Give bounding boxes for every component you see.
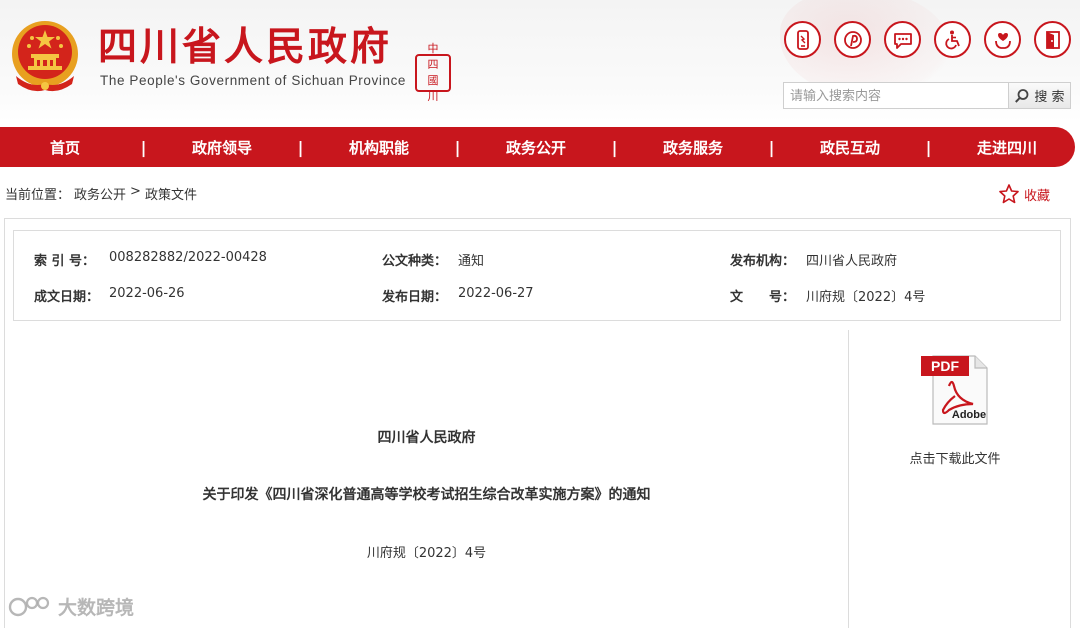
nav-separator: |: [140, 137, 147, 157]
exit-icon[interactable]: [1034, 21, 1071, 58]
meta-type-value: 通知: [458, 254, 485, 269]
pdf-download-caption: 点击下载此文件: [909, 452, 1001, 467]
nav-item-interaction[interactable]: 政民互动: [786, 137, 914, 158]
meta-issuer-label: 发布机构：: [730, 254, 796, 269]
meta-published-value: 2022-06-27: [458, 286, 534, 301]
nav-item-gov-affairs[interactable]: 政务公开: [472, 137, 600, 158]
document-number: 川府规〔2022〕4号: [366, 546, 487, 561]
site-title: 四川省人民政府: [98, 24, 393, 70]
meta-row: 成文日期： 2022-06-26 发布日期： 2022-06-27 文 号： 川…: [14, 286, 1060, 306]
meta-created-value: 2022-06-26: [109, 286, 185, 301]
nav-separator: |: [611, 137, 618, 157]
toolbar-icons: [784, 21, 1071, 59]
weibo-icon[interactable]: [834, 21, 871, 58]
seal-char: 國: [427, 74, 439, 87]
nav-separator: |: [768, 137, 775, 157]
main-nav: 首页 | 政府领导 | 机构职能 | 政务公开 | 政务服务 | 政民互动 | …: [0, 127, 1075, 167]
nav-separator: |: [297, 137, 304, 157]
pdf-label: PDF: [931, 358, 959, 374]
site-header: 四川省人民政府 The People's Government of Sichu…: [0, 0, 1080, 122]
meta-type-label: 公文种类：: [382, 254, 448, 269]
content-divider: [848, 330, 849, 628]
seal-char: 中: [427, 42, 439, 55]
nav-item-leaders[interactable]: 政府领导: [158, 137, 286, 158]
elderly-care-icon[interactable]: [984, 21, 1021, 58]
watermark-logo-icon: [8, 596, 50, 616]
meta-issuer-value: 四川省人民政府: [806, 254, 898, 269]
message-icon[interactable]: [884, 21, 921, 58]
document-meta: 索 引 号： 008282882/2022-00428 公文种类： 通知 发布机…: [13, 230, 1061, 321]
accessibility-icon[interactable]: [934, 21, 971, 58]
search-input[interactable]: [783, 82, 1008, 109]
meta-published-label: 发布日期：: [382, 290, 448, 305]
meta-docno-value: 川府规〔2022〕4号: [806, 290, 926, 305]
nav-item-services[interactable]: 政务服务: [629, 137, 757, 158]
nav-separator: |: [454, 137, 461, 157]
nav-item-about-sichuan[interactable]: 走进四川: [943, 137, 1071, 158]
search-button-label: 搜 索: [1034, 90, 1065, 105]
breadcrumb-separator: >: [130, 184, 141, 199]
search-button[interactable]: 搜 索: [1008, 82, 1071, 109]
meta-row: 索 引 号： 008282882/2022-00428 公文种类： 通知 发布机…: [14, 250, 1060, 270]
search-icon: [1015, 88, 1029, 103]
favorite-label: 收藏: [1024, 188, 1051, 204]
favorite-button[interactable]: 收藏: [998, 183, 1050, 205]
document-content: [5, 330, 848, 628]
mobile-icon[interactable]: [784, 21, 821, 58]
seal-logo: 中 四 國 川: [415, 42, 451, 103]
search-bar: 搜 索: [783, 82, 1071, 109]
nav-item-home[interactable]: 首页: [1, 137, 129, 158]
pdf-download-link[interactable]: PDF Adobe 点击下载此文件: [895, 352, 1015, 467]
pdf-file-icon: PDF Adobe: [921, 355, 988, 425]
document-issuer: 四川省人民政府: [377, 430, 476, 446]
seal-char: 川: [427, 90, 439, 103]
site-subtitle: The People's Government of Sichuan Provi…: [100, 73, 407, 88]
breadcrumb-link-gov-affairs[interactable]: 政务公开: [74, 184, 126, 203]
seal-char: 四: [427, 58, 439, 71]
breadcrumb-prefix: 当前位置：: [5, 188, 71, 203]
document-title: 关于印发《四川省深化普通高等学校考试招生综合改革实施方案》的通知: [202, 487, 651, 503]
meta-index-value: 008282882/2022-00428: [109, 250, 267, 265]
national-emblem-icon: [12, 21, 78, 92]
star-icon: [999, 184, 1019, 204]
watermark-text: 大数跨境: [58, 597, 135, 619]
nav-item-institutions[interactable]: 机构职能: [315, 137, 443, 158]
watermark: 大数跨境: [8, 593, 134, 620]
meta-docno-label: 文 号：: [730, 290, 796, 305]
breadcrumb: 当前位置： 政务公开 > 政策文件: [5, 184, 197, 203]
breadcrumb-link-policy-docs[interactable]: 政策文件: [145, 184, 197, 203]
nav-separator: |: [925, 137, 932, 157]
meta-index-label: 索 引 号：: [34, 254, 96, 269]
meta-created-label: 成文日期：: [34, 290, 100, 305]
adobe-label: Adobe: [952, 409, 986, 421]
